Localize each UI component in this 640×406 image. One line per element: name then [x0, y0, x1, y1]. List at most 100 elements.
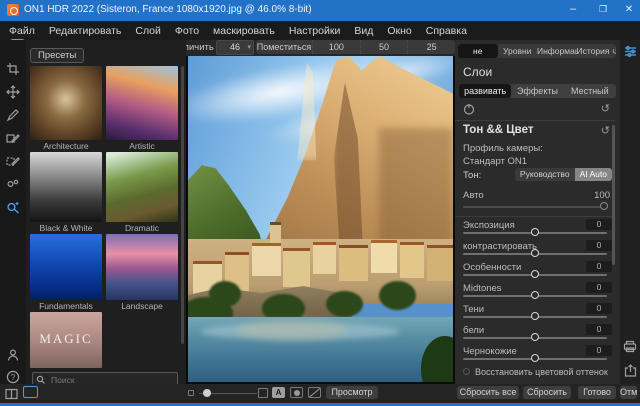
- title-bar[interactable]: ON1 HDR 2022 (Sisteron, France 1080x1920…: [0, 0, 640, 21]
- edit-module-icon[interactable]: [624, 45, 637, 63]
- preset-caption[interactable]: Artistic: [106, 141, 178, 151]
- slider-knob[interactable]: [531, 333, 539, 341]
- tab-levels[interactable]: Уровни: [498, 44, 538, 58]
- photo-bush: [326, 291, 363, 317]
- preset-caption[interactable]: Dramatic: [106, 223, 178, 233]
- cancel-button[interactable]: Отмена: [620, 386, 637, 399]
- reset-button[interactable]: Сбросить: [523, 386, 571, 399]
- camera-profile-value[interactable]: Стандарт ON1: [463, 156, 527, 167]
- ai-quick-mask-icon[interactable]: [6, 200, 20, 214]
- menu-file[interactable]: Файл: [9, 25, 35, 37]
- section-reset-icon[interactable]: ↺: [601, 102, 610, 115]
- minimize-button[interactable]: –: [558, 0, 588, 21]
- slider-contrast[interactable]: [463, 253, 607, 255]
- menu-settings[interactable]: Настройки: [289, 25, 341, 37]
- tone-color-header[interactable]: Тон && Цвет: [463, 124, 533, 136]
- zoom-25-button[interactable]: 25: [407, 40, 455, 54]
- preview-opacity-knob[interactable]: [203, 389, 211, 397]
- preset-thumb-fundamentals[interactable]: [30, 234, 102, 300]
- slider-value[interactable]: 0: [586, 261, 612, 272]
- slider-value[interactable]: 0: [586, 219, 612, 230]
- tone-reset-icon[interactable]: ↺: [601, 124, 610, 137]
- menu-layer[interactable]: Слой: [135, 25, 161, 37]
- preset-caption[interactable]: Landscape: [106, 301, 178, 311]
- menu-photo[interactable]: Фото: [175, 25, 199, 37]
- close-button[interactable]: ✕: [618, 0, 640, 21]
- power-toggle-icon[interactable]: [463, 102, 475, 120]
- restore-tint-radio[interactable]: [463, 368, 470, 375]
- mask-view-icon[interactable]: [290, 387, 303, 398]
- tone-manual-button[interactable]: Руководство: [515, 168, 575, 181]
- zoom-level-dropdown[interactable]: 46▾: [216, 40, 254, 55]
- tone-ai-auto-button[interactable]: AI Auto: [575, 168, 612, 181]
- zoom-50-button[interactable]: 50: [360, 40, 408, 54]
- fit-button[interactable]: Поместиться: [256, 40, 312, 54]
- slider-value[interactable]: 0: [586, 324, 612, 335]
- preview-checkbox[interactable]: [258, 388, 268, 398]
- preview-a-icon[interactable]: A: [272, 387, 285, 398]
- zoom-100-button[interactable]: 100: [312, 40, 360, 54]
- preset-caption[interactable]: Fundamentals: [30, 301, 102, 311]
- masking-bug-icon[interactable]: [6, 154, 20, 168]
- slider-exposure[interactable]: [463, 232, 607, 234]
- preset-caption[interactable]: Black & White: [30, 223, 102, 233]
- slider-value[interactable]: 0: [586, 345, 612, 356]
- slider-highlights[interactable]: [463, 274, 607, 276]
- brush-icon[interactable]: [6, 108, 20, 122]
- presets-scrollbar[interactable]: [181, 66, 184, 344]
- auto-slider-knob[interactable]: [600, 202, 608, 210]
- slider-value[interactable]: 0: [586, 303, 612, 314]
- auto-slider[interactable]: [463, 206, 607, 208]
- photo-canvas[interactable]: [188, 56, 453, 382]
- menu-help[interactable]: Справка: [426, 25, 467, 37]
- slider-knob[interactable]: [531, 249, 539, 257]
- reset-all-button[interactable]: Сбросить все: [457, 386, 519, 399]
- panel-scrollbar[interactable]: [612, 125, 615, 265]
- tab-none[interactable]: не: [458, 44, 498, 58]
- slider-knob[interactable]: [531, 354, 539, 362]
- tab-history[interactable]: История ↺: [577, 44, 617, 58]
- slider-midtones[interactable]: [463, 295, 607, 297]
- tab-local[interactable]: Местный: [564, 84, 616, 98]
- slider-knob[interactable]: [531, 291, 539, 299]
- user-icon[interactable]: [6, 348, 20, 362]
- slider-whites[interactable]: [463, 337, 607, 339]
- export-icon[interactable]: [624, 364, 637, 382]
- preset-thumb-landscape[interactable]: [106, 234, 178, 300]
- slider-shadows[interactable]: [463, 316, 607, 318]
- crop-icon[interactable]: [6, 62, 20, 76]
- menu-mask[interactable]: маскировать: [213, 25, 275, 37]
- tab-info[interactable]: Информация: [537, 44, 577, 58]
- preset-thumb-black-white[interactable]: [30, 152, 102, 222]
- tab-effects[interactable]: Эффекты: [511, 84, 563, 98]
- help-icon[interactable]: ?: [6, 370, 20, 384]
- menu-view[interactable]: Вид: [354, 25, 373, 37]
- refine-icon[interactable]: [6, 177, 20, 191]
- slider-blacks[interactable]: [463, 358, 607, 360]
- layers-header[interactable]: Слои: [463, 65, 492, 79]
- slider-knob[interactable]: [531, 312, 539, 320]
- preset-thumb-magic[interactable]: MAGIC: [30, 312, 102, 368]
- slider-value[interactable]: 0: [586, 240, 612, 251]
- preset-thumb-architecture[interactable]: [30, 66, 102, 140]
- restore-tint-label[interactable]: Восстановить цветовой оттенок: [475, 367, 608, 377]
- maximize-button[interactable]: ❐: [588, 0, 618, 21]
- slider-value[interactable]: 0: [586, 282, 612, 293]
- single-view-icon[interactable]: [23, 386, 38, 398]
- slider-knob[interactable]: [531, 270, 539, 278]
- move-icon[interactable]: [6, 85, 20, 99]
- split-view-icon[interactable]: [308, 387, 321, 398]
- presets-tab[interactable]: Пресеты: [30, 48, 84, 63]
- menu-edit[interactable]: Редактировать: [49, 25, 122, 37]
- menu-window[interactable]: Окно: [387, 25, 411, 37]
- soft-proof-icon[interactable]: [188, 390, 194, 396]
- print-icon[interactable]: [623, 340, 637, 358]
- preset-thumb-dramatic[interactable]: [106, 152, 178, 222]
- preview-button[interactable]: Просмотр: [326, 386, 378, 399]
- tab-develop[interactable]: развивать: [459, 84, 511, 98]
- preset-caption[interactable]: Architecture: [30, 141, 102, 151]
- done-button[interactable]: Готово: [578, 386, 616, 399]
- slider-knob[interactable]: [531, 228, 539, 236]
- masking-brush-icon[interactable]: [6, 131, 20, 145]
- preset-thumb-artistic[interactable]: [106, 66, 178, 140]
